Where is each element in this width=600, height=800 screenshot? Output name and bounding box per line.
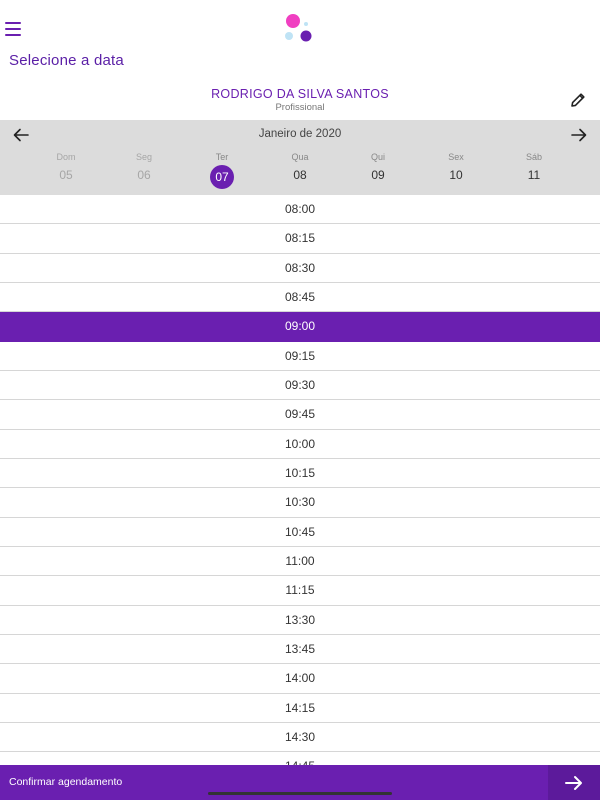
home-indicator xyxy=(208,792,392,795)
day-thursday[interactable]: Qui 09 xyxy=(339,151,417,191)
professional-name: RODRIGO DA SILVA SANTOS xyxy=(211,87,389,101)
page-title: Selecione a data xyxy=(9,52,124,69)
time-slot[interactable]: 14:30 xyxy=(0,723,600,753)
time-slot-list[interactable]: 08:00 08:15 08:30 08:45 09:00 09:15 09:3… xyxy=(0,195,600,765)
day-monday[interactable]: Seg 06 xyxy=(105,151,183,191)
time-slot[interactable]: 08:45 xyxy=(0,283,600,313)
time-slot[interactable]: 08:15 xyxy=(0,224,600,254)
day-name: Qui xyxy=(370,152,385,162)
pencil-icon[interactable] xyxy=(569,91,587,109)
week-calendar: Janeiro de 2020 Dom 05 Seg 06 Ter 07 Qua… xyxy=(0,120,600,195)
time-slot[interactable]: 10:30 xyxy=(0,488,600,518)
time-slot[interactable]: 09:15 xyxy=(0,342,600,371)
time-slot[interactable]: 10:00 xyxy=(0,430,600,459)
confirm-booking-button[interactable]: Confirmar agendamento xyxy=(9,776,122,788)
time-slot[interactable]: 08:00 xyxy=(0,195,600,225)
time-slot-selected[interactable]: 09:00 xyxy=(0,312,600,342)
day-wednesday[interactable]: Qua 08 xyxy=(261,151,339,191)
day-number-selected: 07 xyxy=(210,165,234,189)
arrow-right-icon[interactable] xyxy=(570,127,588,143)
brand-logo-icon xyxy=(285,14,312,42)
top-bar xyxy=(0,0,600,48)
time-slot[interactable]: 14:00 xyxy=(0,664,600,694)
day-name: Dom xyxy=(56,152,76,162)
time-slot[interactable]: 09:30 xyxy=(0,371,600,401)
day-name: Qua xyxy=(291,152,309,162)
time-slot[interactable]: 13:45 xyxy=(0,635,600,665)
day-number: 11 xyxy=(527,168,541,182)
time-slot[interactable]: 14:45 xyxy=(0,752,600,765)
time-slot[interactable]: 08:30 xyxy=(0,254,600,283)
arrow-right-icon xyxy=(565,775,582,790)
day-number: 10 xyxy=(449,168,463,182)
day-friday[interactable]: Sex 10 xyxy=(417,151,495,191)
day-name: Sáb xyxy=(525,152,542,162)
day-saturday[interactable]: Sáb 11 xyxy=(495,151,573,191)
time-slot[interactable]: 10:45 xyxy=(0,518,600,547)
day-name: Ter xyxy=(215,152,229,162)
day-tuesday-selected[interactable]: Ter 07 xyxy=(183,151,261,191)
professional-role: Profissional xyxy=(275,102,325,113)
time-slot[interactable]: 11:15 xyxy=(0,576,600,606)
day-sunday[interactable]: Dom 05 xyxy=(27,151,105,191)
time-slot[interactable]: 11:00 xyxy=(0,547,600,577)
time-slot[interactable]: 13:30 xyxy=(0,606,600,635)
day-number: 08 xyxy=(293,168,307,182)
time-slot[interactable]: 14:15 xyxy=(0,694,600,723)
day-name: Sex xyxy=(448,152,464,162)
month-label: Janeiro de 2020 xyxy=(258,128,342,140)
confirm-arrow-button[interactable] xyxy=(548,765,600,800)
day-list: Dom 05 Seg 06 Ter 07 Qua 08 Qui 09 Sex 1… xyxy=(27,151,573,191)
time-slot[interactable]: 09:45 xyxy=(0,400,600,430)
day-name: Seg xyxy=(135,152,152,162)
time-slot[interactable]: 10:15 xyxy=(0,459,600,489)
day-number: 05 xyxy=(59,168,73,182)
day-number: 06 xyxy=(137,168,151,182)
hamburger-menu-icon[interactable] xyxy=(5,22,21,36)
day-number: 09 xyxy=(371,168,385,182)
